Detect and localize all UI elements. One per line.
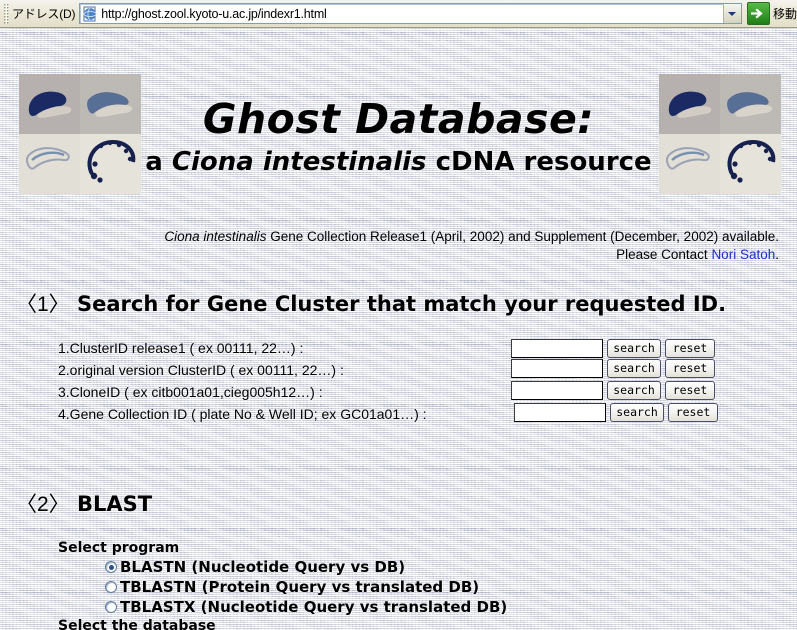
select-database-label: Select the database xyxy=(58,618,216,630)
search-button[interactable]: search xyxy=(610,403,664,422)
radio-option-tblastx[interactable]: TBLASTX (Nucleotide Query vs translated … xyxy=(105,597,507,617)
radio-label: TBLASTN (Protein Query vs translated DB) xyxy=(120,578,480,596)
gene-collection-id-input[interactable] xyxy=(514,403,606,422)
green-arrow-icon xyxy=(746,2,770,25)
embryo-image-panel-left xyxy=(19,74,141,194)
address-bar-combobox[interactable]: http://ghost.zool.kyoto-u.ac.jp/indexr1.… xyxy=(79,3,742,24)
toolbar-grip-handle[interactable] xyxy=(4,3,9,24)
row-controls: search reset xyxy=(511,381,715,400)
embryo-image-1 xyxy=(659,74,720,134)
select-program-label: Select program xyxy=(58,540,180,556)
chevron-down-icon[interactable] xyxy=(722,4,741,23)
section1-heading: 〈1〉 Search for Gene Cluster that match y… xyxy=(16,288,726,318)
reset-button[interactable]: reset xyxy=(668,403,718,422)
radio-label: BLASTN (Nucleotide Query vs DB) xyxy=(120,558,406,576)
ie-page-icon xyxy=(82,6,98,22)
row-controls: search reset xyxy=(511,359,715,378)
row-controls: search reset xyxy=(514,403,718,422)
section1-heading-text: Search for Gene Cluster that match your … xyxy=(77,292,727,316)
embryo-image-3 xyxy=(659,134,720,194)
page-content: Ghost Database: a Ciona intestinalis cDN… xyxy=(0,28,797,630)
embryo-image-panel-right xyxy=(659,74,781,194)
row-label: 2.original version ClusterID ( ex 00111,… xyxy=(58,362,344,378)
go-button-label: 移動 xyxy=(772,7,797,21)
section2-heading-text: BLAST xyxy=(77,492,153,516)
release-note-line1: Ciona intestinalis Gene Collection Relea… xyxy=(30,228,779,246)
contact-link-nori-satoh[interactable]: Nori Satoh xyxy=(711,247,775,262)
embryo-image-2 xyxy=(720,74,781,134)
radio-icon[interactable] xyxy=(105,561,117,573)
address-bar-label: アドレス(D) xyxy=(12,7,76,21)
radio-icon[interactable] xyxy=(105,581,117,593)
blast-options: Select program BLASTN (Nucleotide Query … xyxy=(58,539,507,630)
row-label: 1.ClusterID release1 ( ex 00111, 22…) : xyxy=(58,340,304,356)
search-button[interactable]: search xyxy=(607,359,661,378)
subtitle-suffix: cDNA resource xyxy=(426,147,652,178)
section2-number: 〈2〉 xyxy=(16,493,70,516)
release-note-text: Gene Collection Release1 (April, 2002) a… xyxy=(266,229,779,244)
embryo-image-4 xyxy=(720,134,781,194)
release-note-species: Ciona intestinalis xyxy=(164,229,267,244)
cloneid-input[interactable] xyxy=(511,381,603,400)
reset-button[interactable]: reset xyxy=(665,338,715,358)
contact-suffix: . xyxy=(775,247,779,263)
row-controls: search reset xyxy=(511,338,715,358)
search-button[interactable]: search xyxy=(607,338,661,358)
section1-number: 〈1〉 xyxy=(16,293,70,316)
embryo-image-3 xyxy=(19,134,80,194)
section2-heading: 〈2〉 BLAST xyxy=(16,488,152,518)
row-label: 4.Gene Collection ID ( plate No & Well I… xyxy=(58,406,427,422)
subtitle-prefix: a xyxy=(145,147,172,178)
row-label: 3.CloneID ( ex citb001a01,cieg005h12…) : xyxy=(58,384,323,400)
go-button[interactable]: 移動 xyxy=(746,2,797,25)
embryo-image-2 xyxy=(80,74,141,134)
radio-option-tblastn[interactable]: TBLASTN (Protein Query vs translated DB) xyxy=(105,577,507,597)
radio-icon[interactable] xyxy=(105,601,117,613)
search-row-original-clusterid: 2.original version ClusterID ( ex 00111,… xyxy=(58,359,797,381)
contact-prefix: Please Contact xyxy=(616,247,712,263)
subtitle-species: Ciona intestinalis xyxy=(171,147,427,178)
search-button[interactable]: search xyxy=(607,381,661,400)
radio-option-blastn[interactable]: BLASTN (Nucleotide Query vs DB) xyxy=(105,557,507,577)
clusterid-release1-input[interactable] xyxy=(511,338,603,358)
address-bar-url[interactable]: http://ghost.zool.kyoto-u.ac.jp/indexr1.… xyxy=(101,7,326,21)
release-note: Ciona intestinalis Gene Collection Relea… xyxy=(30,228,779,264)
reset-button[interactable]: reset xyxy=(665,381,715,400)
embryo-image-4 xyxy=(80,134,141,194)
embryo-image-1 xyxy=(19,74,80,134)
browser-address-toolbar: アドレス(D) http://ghost.zool.kyoto-u.ac.jp/… xyxy=(0,0,797,28)
reset-button[interactable]: reset xyxy=(665,359,715,378)
search-form: 1.ClusterID release1 ( ex 00111, 22…) : … xyxy=(58,337,797,425)
search-row-gene-collection-id: 4.Gene Collection ID ( plate No & Well I… xyxy=(58,403,797,425)
original-clusterid-input[interactable] xyxy=(511,359,603,378)
search-row-clusterid-release1: 1.ClusterID release1 ( ex 00111, 22…) : … xyxy=(58,337,797,359)
radio-label: TBLASTX (Nucleotide Query vs translated … xyxy=(120,598,508,616)
release-note-line2: Please Contact Nori Satoh. xyxy=(30,246,779,264)
search-row-cloneid: 3.CloneID ( ex citb001a01,cieg005h12…) :… xyxy=(58,381,797,403)
